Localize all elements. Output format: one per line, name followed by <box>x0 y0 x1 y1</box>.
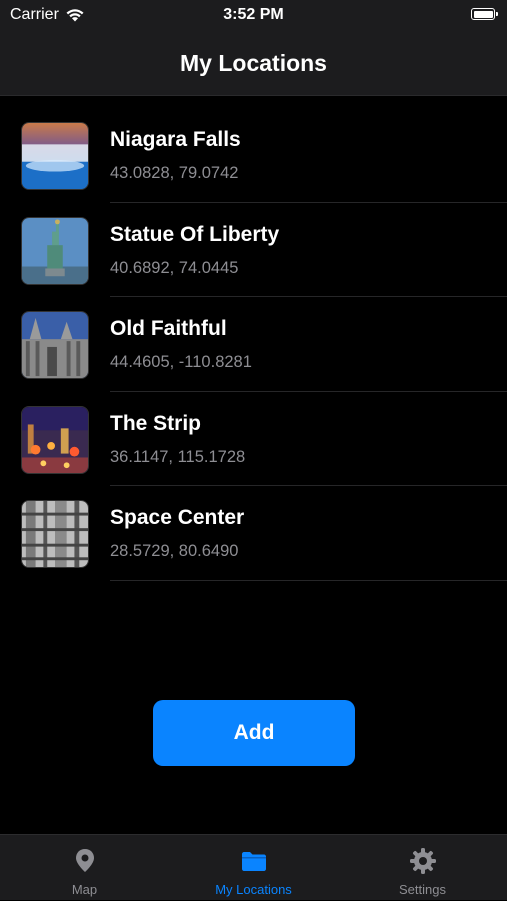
battery-icon <box>471 8 498 20</box>
tab-settings[interactable]: Settings <box>338 835 507 901</box>
location-coordinates: 40.6892, 74.0445 <box>110 258 239 277</box>
tab-label: Settings <box>399 882 446 897</box>
gear-icon <box>409 848 436 874</box>
tab-bar: Map My Locations Settings <box>0 834 507 900</box>
navigation-bar: My Locations <box>0 30 507 96</box>
location-name: Niagara Falls <box>110 128 241 151</box>
location-name: Statue Of Liberty <box>110 222 280 246</box>
tab-my-locations[interactable]: My Locations <box>169 835 338 901</box>
page-title: My Locations <box>180 50 327 76</box>
location-coordinates: 44.4605, -110.8281 <box>110 353 252 371</box>
statue-of-liberty-thumbnail <box>21 216 89 285</box>
location-row-niagara-falls[interactable]: Niagara Falls 43.0828, 79.0742 <box>0 108 507 203</box>
location-row-statue-of-liberty[interactable]: Statue Of Liberty 40.6892, 74.0445 <box>0 203 507 297</box>
tab-label: Map <box>71 882 98 897</box>
location-name: The Strip <box>110 411 202 435</box>
space-center-thumbnail <box>21 500 89 568</box>
tab-map[interactable]: Map <box>0 835 169 901</box>
status-bar: Carrier 3:52 PM <box>0 0 507 30</box>
locations-list: Niagara Falls 43.0828, 79.0742 Statue Of… <box>0 108 507 581</box>
folder-icon <box>241 852 266 871</box>
tab-label: My Locations <box>215 882 292 897</box>
location-coordinates: 36.1147, 115.1728 <box>110 447 246 466</box>
add-button[interactable]: Add <box>153 700 355 766</box>
location-coordinates: 43.0828, 79.0742 <box>110 164 239 182</box>
location-name: Old Faithful <box>110 317 227 340</box>
niagara-falls-thumbnail <box>21 122 89 190</box>
map-pin-icon <box>75 849 94 872</box>
old-faithful-thumbnail <box>21 311 89 379</box>
location-name: Space Center <box>110 506 245 529</box>
location-coordinates: 28.5729, 80.6490 <box>110 542 239 560</box>
status-time: 3:52 PM <box>223 6 284 23</box>
location-row-space-center[interactable]: Space Center 28.5729, 80.6490 <box>0 486 507 581</box>
row-divider <box>110 579 507 581</box>
the-strip-thumbnail <box>21 405 89 474</box>
location-row-old-faithful[interactable]: Old Faithful 44.4605, -110.8281 <box>0 297 507 392</box>
location-row-the-strip[interactable]: The Strip 36.1147, 115.1728 <box>0 392 507 486</box>
